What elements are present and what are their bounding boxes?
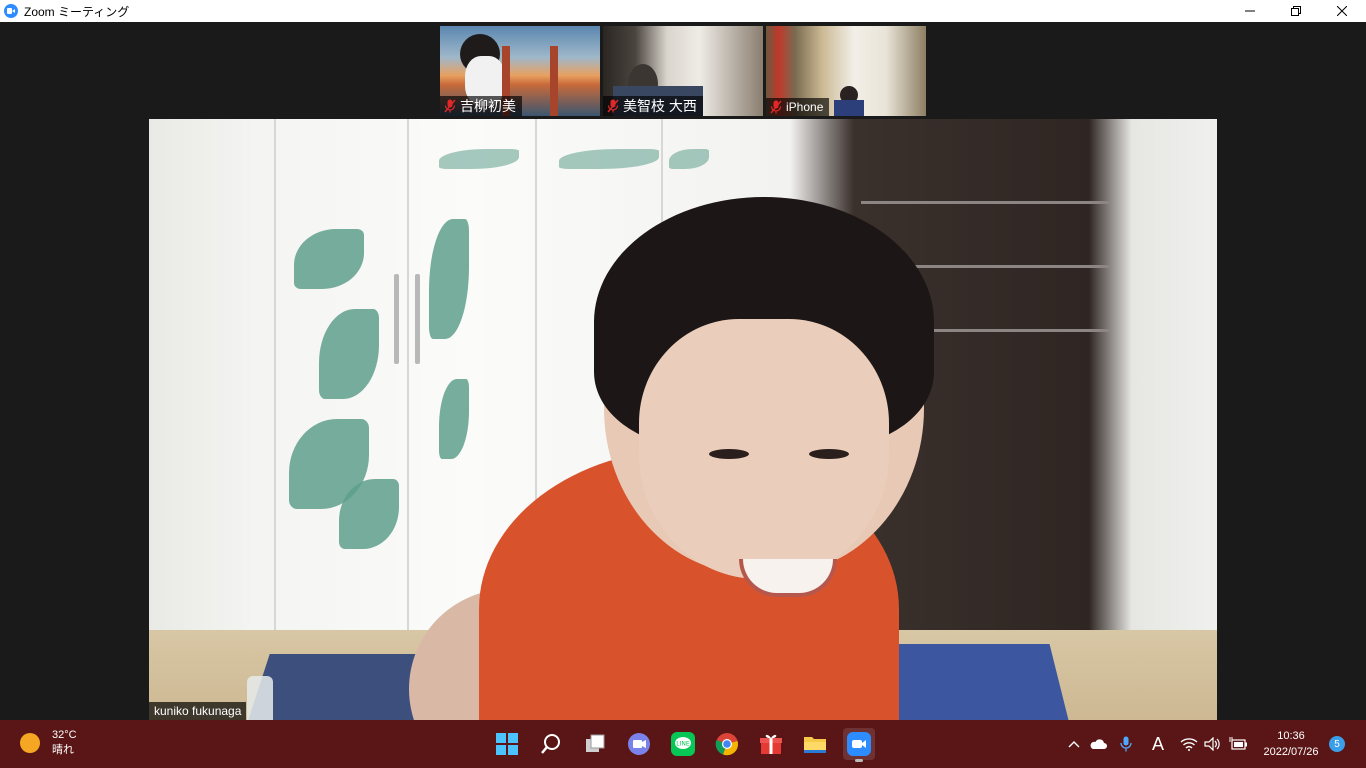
zoom-icon	[847, 732, 871, 756]
search-button[interactable]	[535, 728, 567, 760]
notification-badge[interactable]: 5	[1329, 736, 1345, 752]
folder-icon	[804, 737, 826, 753]
window-title: Zoom ミーティング	[24, 4, 130, 19]
svg-text:LINE: LINE	[676, 741, 690, 748]
cloud-icon	[1090, 739, 1107, 749]
weather-temperature: 32°C	[52, 729, 77, 741]
clock-date: 2022/07/26	[1263, 746, 1319, 758]
weather-condition: 晴れ	[52, 744, 74, 756]
zoom-taskbar-button[interactable]	[843, 728, 875, 762]
windows-start-icon	[496, 733, 518, 755]
gift-app-button[interactable]	[755, 728, 787, 760]
chevron-up-icon	[1068, 741, 1080, 748]
chrome-icon	[715, 733, 738, 756]
restore-button[interactable]	[1273, 0, 1319, 22]
zoom-app-icon	[4, 4, 18, 18]
participant-name-label: iPhone	[766, 98, 830, 116]
mic-muted-icon	[770, 100, 782, 114]
active-speaker-video[interactable]	[149, 119, 1217, 720]
participant-name-label: 吉柳初美	[440, 96, 522, 116]
show-hidden-icons-button[interactable]	[1064, 732, 1084, 756]
gift-icon	[760, 734, 782, 754]
battery-button[interactable]	[1226, 732, 1250, 756]
participant-tile-3[interactable]: iPhone	[766, 26, 926, 116]
volume-button[interactable]	[1202, 732, 1224, 756]
participant-name-label: 美智枝 大西	[603, 96, 703, 116]
teams-chat-button[interactable]	[623, 728, 655, 760]
title-bar: Zoom ミーティング	[0, 0, 1366, 22]
battery-plugged-icon	[1229, 737, 1247, 750]
start-button[interactable]	[491, 728, 523, 760]
meeting-stage: 吉柳初美 美智枝 大西 iPhone kuniko fukunaga	[0, 22, 1366, 720]
search-icon	[541, 734, 560, 754]
microphone-icon	[1120, 736, 1132, 752]
file-explorer-button[interactable]	[799, 728, 831, 760]
weather-widget[interactable]: 32°C 晴れ	[20, 728, 77, 758]
ime-indicator[interactable]: A	[1146, 732, 1170, 756]
mic-muted-icon	[607, 99, 619, 113]
line-app-button[interactable]: LINE	[667, 728, 699, 760]
restore-icon	[1291, 6, 1301, 16]
minimize-icon	[1245, 10, 1255, 12]
chat-icon	[628, 733, 650, 755]
task-view-icon	[586, 734, 605, 752]
close-button[interactable]	[1319, 0, 1365, 22]
microphone-button[interactable]	[1116, 732, 1136, 756]
onedrive-button[interactable]	[1086, 732, 1110, 756]
close-icon	[1337, 6, 1347, 16]
wifi-button[interactable]	[1178, 732, 1200, 756]
chrome-button[interactable]	[711, 728, 743, 760]
taskbar: 32°C 晴れ LINE A 10:36 2022/07/26	[0, 720, 1366, 768]
clock-time: 10:36	[1277, 730, 1305, 742]
system-clock[interactable]: 10:36 2022/07/26	[1258, 728, 1324, 760]
line-icon: LINE	[671, 732, 695, 756]
minimize-button[interactable]	[1227, 0, 1273, 22]
speaker-icon	[1204, 737, 1220, 751]
active-speaker-name: kuniko fukunaga	[149, 702, 247, 720]
wifi-icon	[1180, 738, 1198, 751]
mic-muted-icon	[444, 99, 456, 113]
sun-icon	[20, 733, 40, 753]
task-view-button[interactable]	[579, 728, 611, 760]
participant-tile-1[interactable]: 吉柳初美	[440, 26, 600, 116]
participant-tile-2[interactable]: 美智枝 大西	[603, 26, 763, 116]
